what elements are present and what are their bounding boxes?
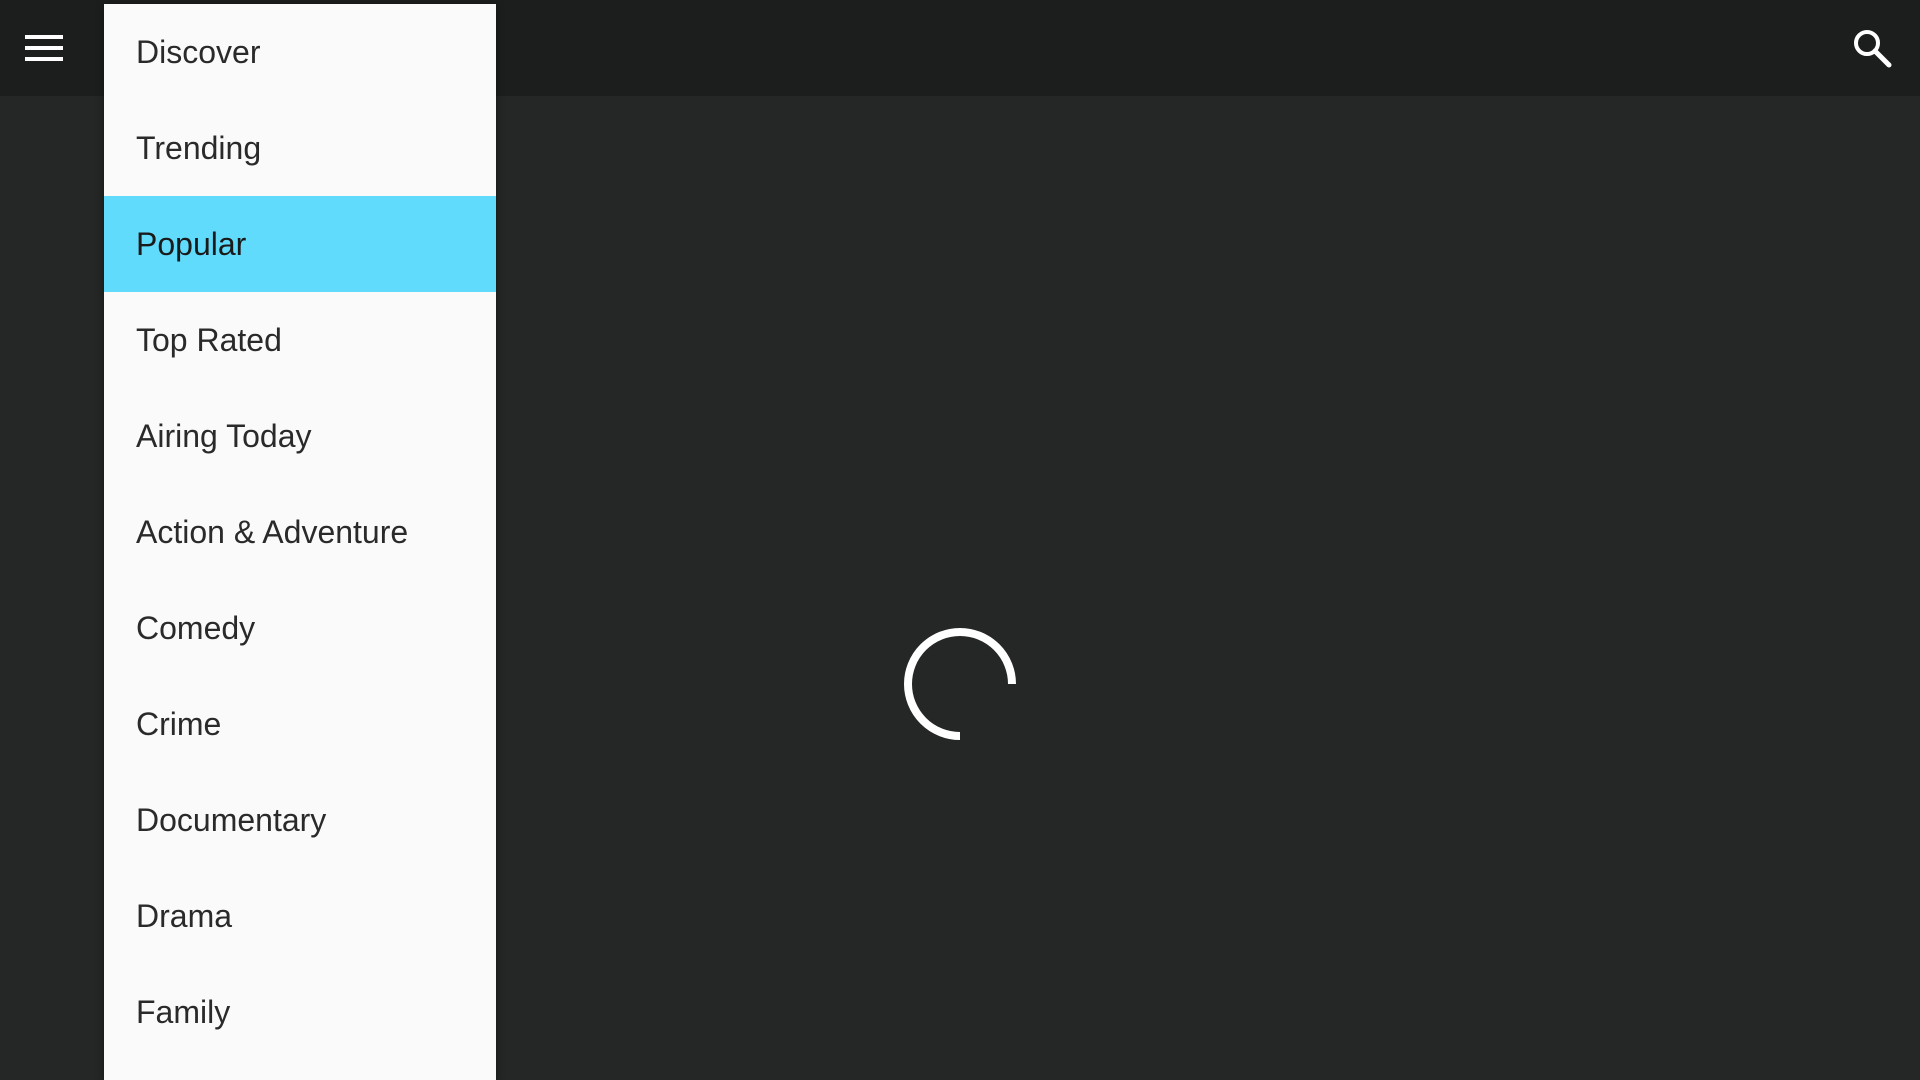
search-icon — [1854, 30, 1892, 68]
menu-item-popular[interactable]: Popular — [104, 196, 496, 292]
menu-item-airing-today[interactable]: Airing Today — [104, 388, 496, 484]
category-dropdown-menu[interactable]: Discover Trending Popular Top Rated Airi… — [104, 4, 496, 1080]
menu-item-crime[interactable]: Crime — [104, 676, 496, 772]
menu-item-discover[interactable]: Discover — [104, 4, 496, 100]
search-button[interactable] — [1842, 18, 1902, 78]
app-window: Discover Trending Popular Top Rated Airi… — [0, 0, 1920, 1080]
menu-item-top-rated[interactable]: Top Rated — [104, 292, 496, 388]
menu-item-comedy[interactable]: Comedy — [104, 580, 496, 676]
menu-item-trending[interactable]: Trending — [104, 100, 496, 196]
hamburger-menu-icon — [25, 35, 63, 61]
menu-item-documentary[interactable]: Documentary — [104, 772, 496, 868]
menu-item-drama[interactable]: Drama — [104, 868, 496, 964]
loading-spinner-icon — [904, 628, 1016, 740]
menu-item-family[interactable]: Family — [104, 964, 496, 1060]
menu-button[interactable] — [18, 18, 70, 78]
menu-item-action-adventure[interactable]: Action & Adventure — [104, 484, 496, 580]
